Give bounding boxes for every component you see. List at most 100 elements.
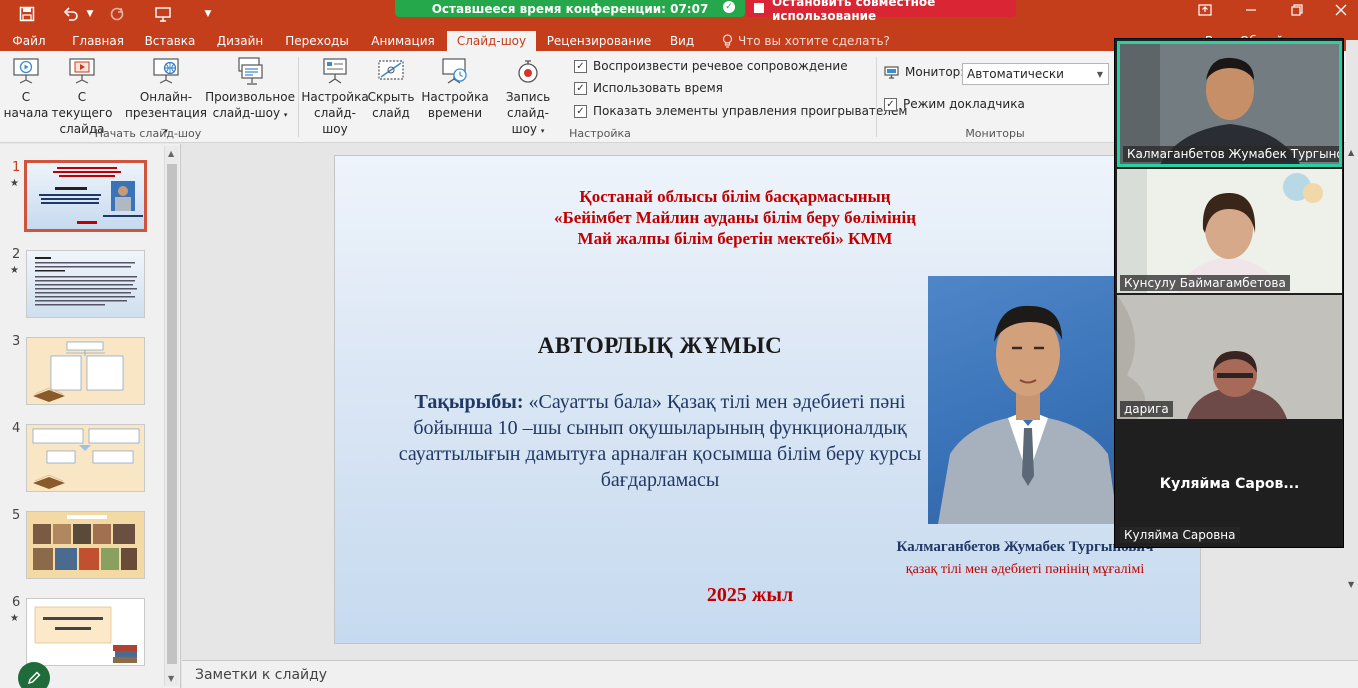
monitor-select-value: Автоматически	[967, 67, 1064, 81]
checkbox-checked-icon[interactable]: ✓	[574, 104, 587, 118]
tab-home[interactable]: Главная	[64, 31, 132, 51]
tab-design[interactable]: Дизайн	[208, 31, 272, 51]
checkbox-checked-icon[interactable]: ✓	[574, 81, 587, 95]
animation-star-icon: ★	[10, 613, 19, 624]
current-slide[interactable]: Қостанай облысы білім басқармасының «Бей…	[334, 155, 1201, 644]
slide-thumbnail-1[interactable]	[24, 160, 147, 232]
presentation-icon[interactable]	[150, 2, 176, 26]
tell-me-text: Что вы хотите сделать?	[738, 34, 890, 48]
tab-view[interactable]: Вид	[662, 31, 702, 51]
online-globe-icon	[150, 55, 182, 87]
slide-notes-pane[interactable]: Заметки к слайду	[182, 660, 1358, 688]
slide-thumbnails-pane: 1 ★ 2 ★ 3 4 5 6 ★ ▲ ▼	[0, 144, 181, 688]
play-narrations-checkbox[interactable]: ✓ Воспроизвести речевое сопровождение	[574, 59, 848, 73]
thumbnail-number: 1	[12, 160, 21, 175]
monitors-group-label: Мониторы	[965, 127, 1025, 140]
minimize-icon[interactable]	[1236, 0, 1266, 20]
rehearse-timings-icon	[439, 55, 471, 87]
slide-thumbnail-1-preview	[39, 167, 143, 224]
slide-thumbnail-5[interactable]	[26, 511, 145, 579]
author-photo	[928, 276, 1128, 524]
tab-review[interactable]: Рецензирование	[542, 31, 656, 51]
thumbnail-number: 4	[12, 421, 21, 436]
setup-slideshow-button[interactable]: Настройка слайд-шоу	[301, 55, 369, 137]
hide-slide-icon	[375, 55, 407, 87]
ribbon-display-options-icon[interactable]	[1190, 0, 1220, 20]
slide-thumbnail-4[interactable]	[26, 424, 145, 492]
online-label-2: презентация	[125, 106, 207, 120]
use-timings-checkbox[interactable]: ✓ Использовать время	[574, 81, 723, 95]
slide-author-role: қазақ тілі мен әдебиеті пәнінің мұғалімі	[905, 562, 1145, 577]
from-beginning-label-2: начала	[3, 106, 49, 120]
scroll-thumb[interactable]	[167, 164, 177, 664]
animation-star-icon: ★	[10, 178, 19, 189]
undo-icon[interactable]	[58, 2, 84, 26]
slide-thumbnail-6[interactable]	[26, 598, 145, 666]
online-label-1: Онлайн-	[139, 90, 193, 104]
restore-icon[interactable]	[1282, 0, 1312, 20]
customize-toolbar-icon[interactable]: ▼	[202, 2, 214, 26]
video-conference-panel: Калмаганбетов Жумабек Тургыно... Кунсулу…	[1114, 38, 1344, 548]
slide-thumbnail-2[interactable]	[26, 250, 145, 318]
participant-tile-1[interactable]: Калмаганбетов Жумабек Тургыно...	[1117, 41, 1342, 167]
slide-thumbnail-6-preview	[34, 606, 137, 663]
from-beginning-button[interactable]: С начала	[3, 55, 49, 121]
participant-tile-2[interactable]: Кунсулу Баймагамбетова	[1117, 169, 1342, 293]
slide-header-line-1: Қостанай облысы білім басқармасының	[579, 187, 891, 206]
custom-label-2: слайд-шоу	[212, 106, 281, 120]
stop-icon	[754, 3, 764, 13]
participant-name-label: дарига	[1120, 401, 1173, 417]
rehearse-label-2: времени	[427, 106, 483, 120]
scroll-down-icon[interactable]: ▼	[1348, 580, 1354, 589]
participant-tile-4[interactable]: Куляйма Саров... Куляйма Саровна	[1117, 421, 1342, 545]
from-beginning-label-1: С	[21, 90, 31, 104]
slide-topic-label: Тақырыбы:	[414, 391, 524, 413]
hide-slide-button[interactable]: Скрыть слайд	[368, 55, 414, 121]
from-current-label-1: С текущего	[51, 90, 113, 120]
tab-animations[interactable]: Анимация	[362, 31, 444, 51]
pen-icon[interactable]	[18, 662, 50, 688]
redo-icon[interactable]	[104, 2, 130, 26]
tab-file[interactable]: Файл	[0, 31, 58, 51]
tab-insert[interactable]: Вставка	[138, 31, 202, 51]
right-scrollbar[interactable]: ▲ ▼	[1346, 40, 1358, 640]
presenter-view-checkbox[interactable]: ✓ Режим докладчика	[884, 97, 1025, 111]
slide-thumbnail-3-preview	[33, 341, 124, 402]
lightbulb-icon	[722, 34, 733, 48]
thumbnail-number: 2	[12, 247, 21, 262]
scroll-up-icon[interactable]: ▲	[1348, 148, 1354, 157]
checkbox-checked-icon[interactable]: ✓	[884, 97, 897, 111]
tab-slideshow[interactable]: Слайд-шоу	[447, 31, 536, 51]
tell-me-search[interactable]: Что вы хотите сделать?	[722, 31, 890, 51]
participant-tile-3[interactable]: дарига	[1117, 295, 1342, 419]
from-current-slide-button[interactable]: С текущего слайда	[48, 55, 116, 137]
animation-star-icon: ★	[10, 265, 19, 276]
custom-slideshow-button[interactable]: Произвольное слайд-шоу ▾	[205, 55, 295, 123]
custom-label-2-wrap: слайд-шоу ▾	[213, 105, 288, 123]
setup-label-2: слайд-шоу	[313, 106, 357, 136]
record-stopwatch-icon	[512, 55, 544, 87]
rehearse-timings-button[interactable]: Настройка времени	[421, 55, 489, 121]
undo-dropdown-icon[interactable]: ▼	[84, 2, 96, 26]
stop-sharing-button[interactable]: Остановить совместное использование	[746, 0, 1016, 23]
slide-thumbnail-3[interactable]	[26, 337, 145, 405]
hide-slide-label-1: Скрыть	[367, 90, 415, 104]
slide-header-line-2: «Бейімбет Майлин ауданы білім беру бөлім…	[554, 208, 916, 227]
monitor-select[interactable]: Автоматически ▼	[962, 63, 1109, 85]
custom-slideshow-icon	[234, 55, 266, 87]
close-icon[interactable]	[1326, 0, 1356, 20]
monitor-label-text: Монитор:	[905, 65, 965, 79]
tab-transitions[interactable]: Переходы	[278, 31, 356, 51]
scroll-down-icon[interactable]: ▼	[168, 674, 174, 683]
rehearse-label-1: Настройка	[421, 90, 489, 104]
monitor-label: Монитор:	[884, 65, 964, 79]
slide-thumbnail-5-preview	[33, 515, 137, 570]
setup-group-label: Настройка	[569, 127, 631, 140]
hide-slide-label-2: слайд	[372, 106, 410, 120]
save-icon[interactable]	[14, 2, 40, 26]
show-media-controls-checkbox[interactable]: ✓ Показать элементы управления проигрыва…	[574, 104, 907, 118]
thumbnails-scrollbar[interactable]: ▲ ▼	[164, 146, 179, 686]
slide-title: АВТОРЛЫҚ ЖҰМЫС	[537, 333, 783, 358]
scroll-up-icon[interactable]: ▲	[168, 149, 174, 158]
checkbox-checked-icon[interactable]: ✓	[574, 59, 587, 73]
